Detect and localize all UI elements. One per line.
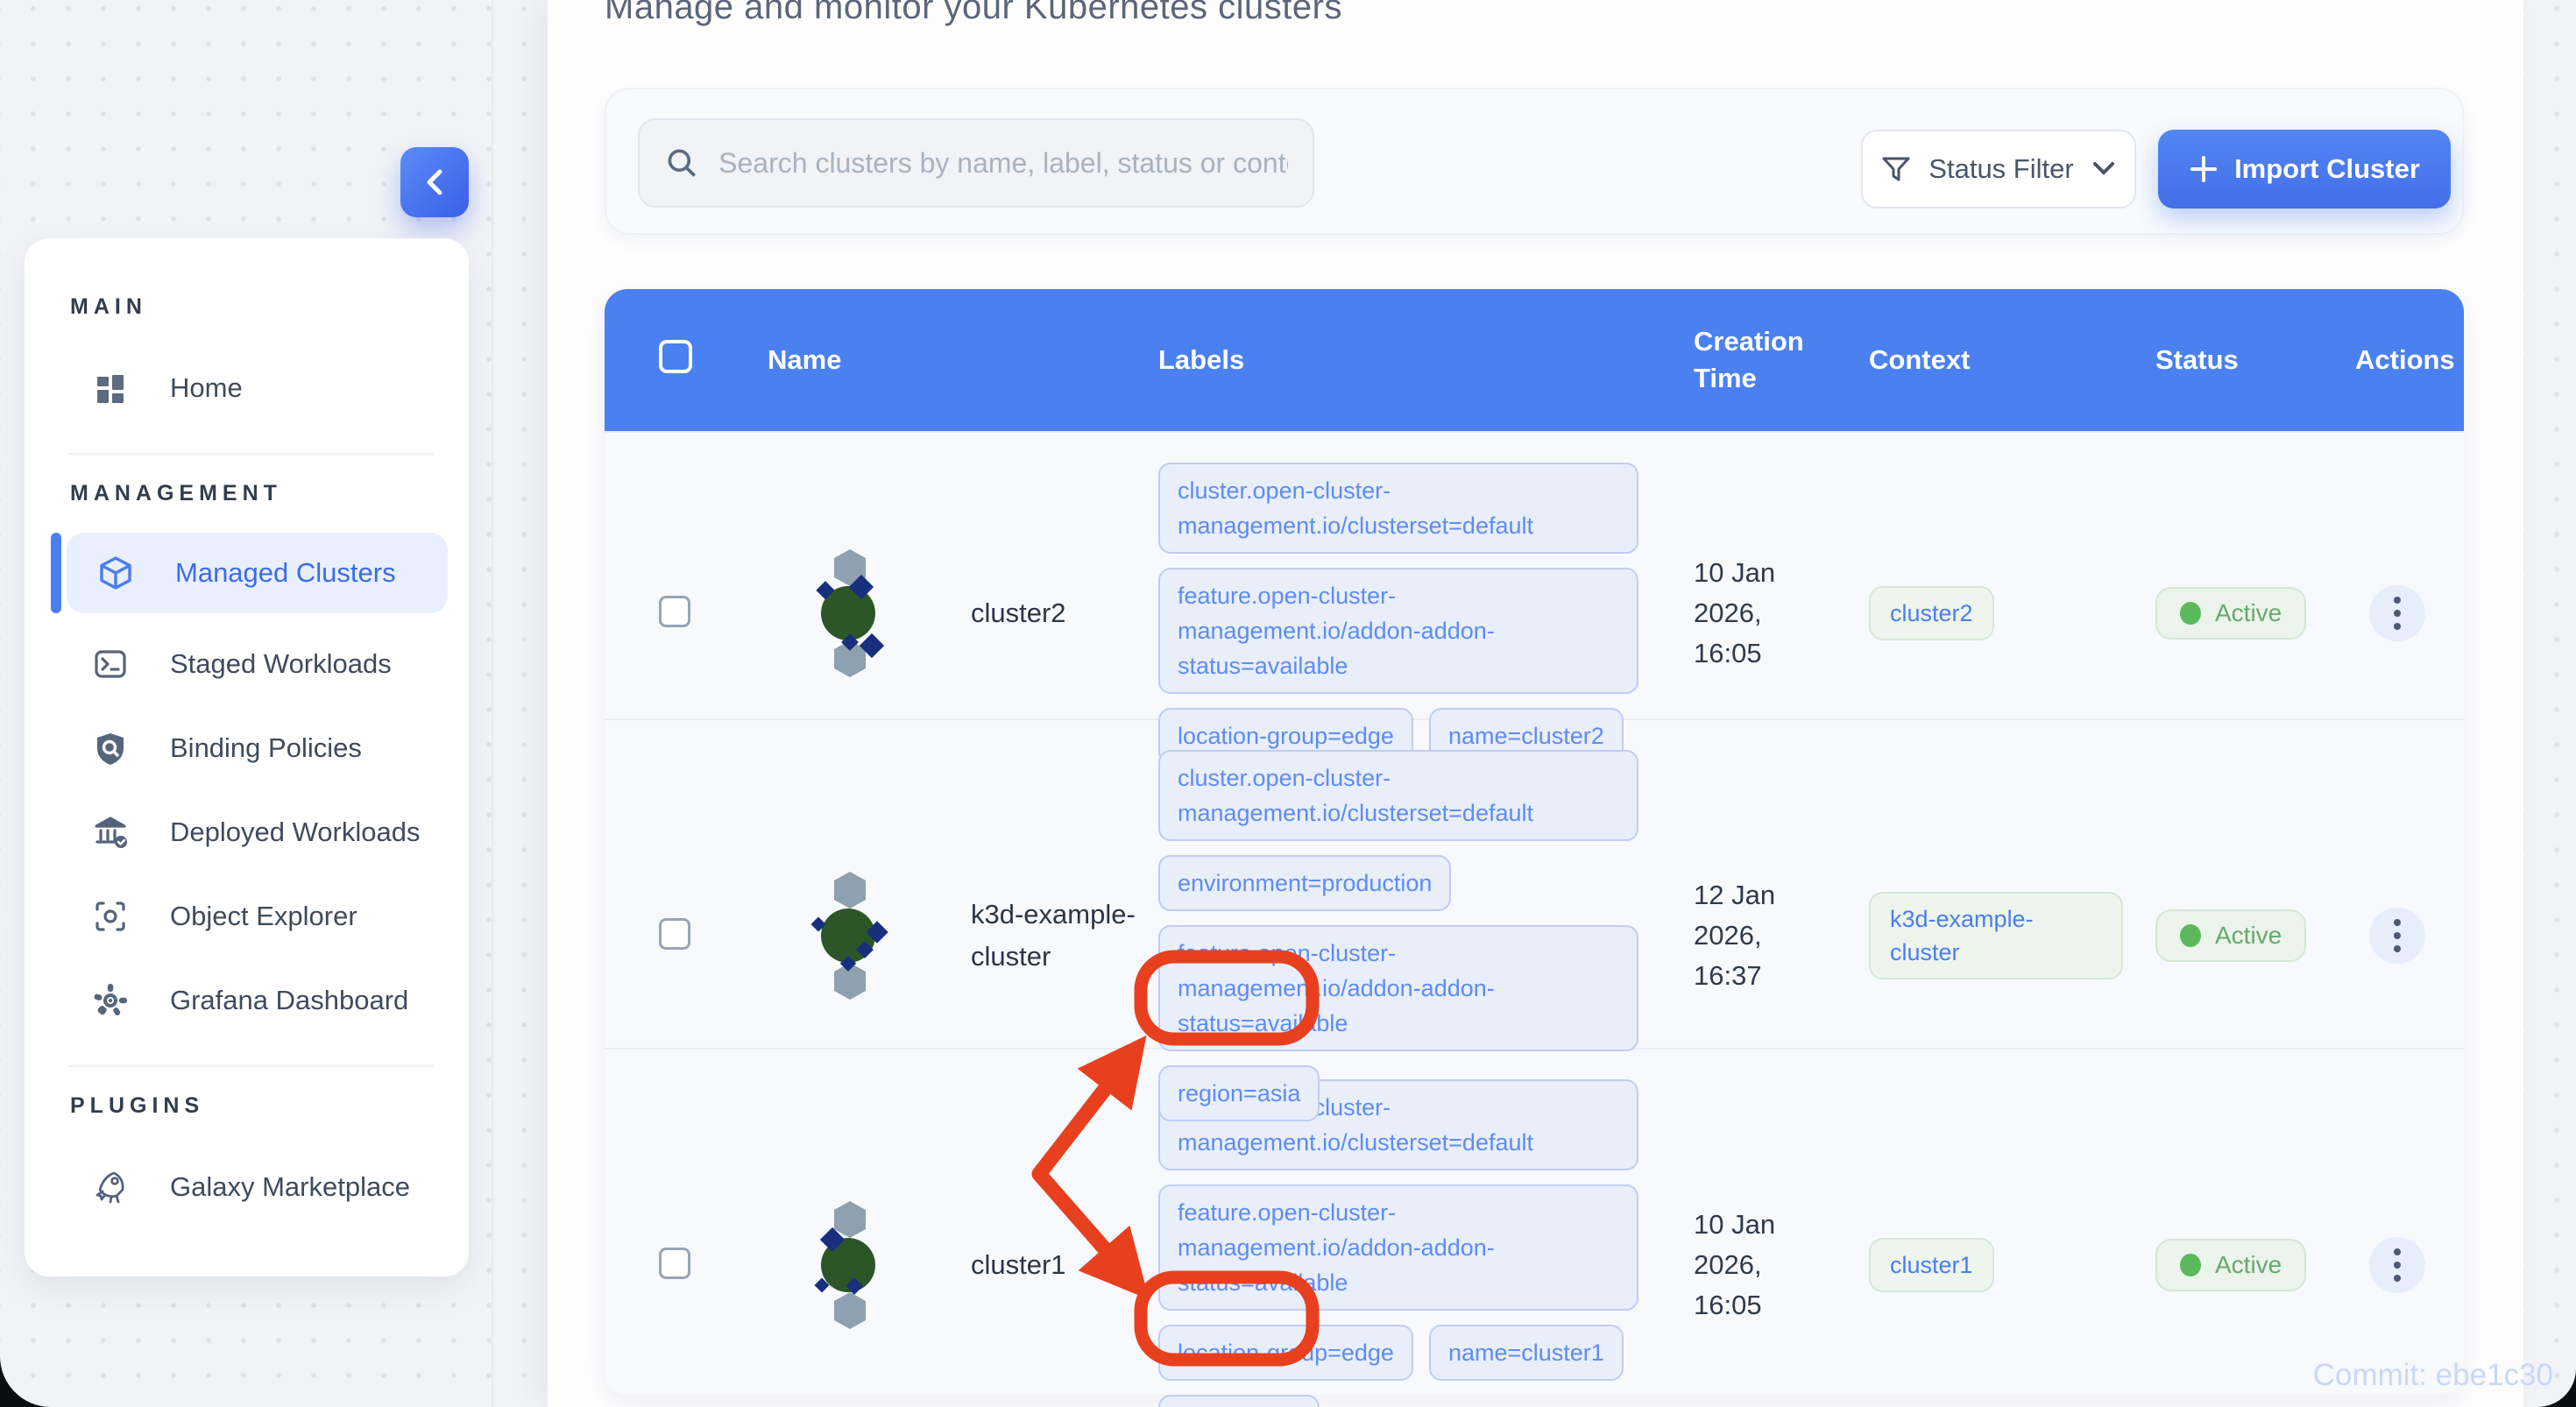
- label-badge: feature.open-cluster-management.io/addon…: [1158, 925, 1638, 1051]
- status-filter-label: Status Filter: [1928, 153, 2073, 185]
- row-checkbox[interactable]: [659, 918, 690, 950]
- page-subtitle: Manage and monitor your Kubernetes clust…: [605, 0, 1342, 27]
- status-badge: Active: [2155, 587, 2306, 640]
- label-badge-highlighted: region=asia: [1158, 1395, 1320, 1407]
- status-filter-button[interactable]: Status Filter: [1861, 130, 2136, 209]
- main-content: Manage and monitor your Kubernetes clust…: [548, 0, 2523, 1407]
- context-badge: cluster1: [1869, 1238, 1994, 1292]
- sidebar-item-binding-policies[interactable]: Binding Policies: [67, 706, 469, 790]
- row-actions-menu-button[interactable]: [2369, 585, 2425, 641]
- status-dot-icon: [2180, 602, 2201, 625]
- cluster-logo-icon: [806, 1199, 894, 1331]
- label-badge-highlighted: region=asia: [1158, 1065, 1320, 1121]
- table-header-row: Name Labels Creation Time Context Status…: [605, 289, 2464, 431]
- clusters-table: Name Labels Creation Time Context Status…: [605, 289, 2464, 1395]
- row-actions-menu-button[interactable]: [2369, 1237, 2425, 1293]
- column-header-context: Context: [1869, 344, 2155, 376]
- sidebar-item-label: Deployed Workloads: [170, 817, 420, 848]
- search-icon: [664, 144, 699, 182]
- label-badge: feature.open-cluster-management.io/addon…: [1158, 568, 1638, 694]
- sidebar-section-main: MAIN: [70, 294, 469, 320]
- cluster-name: cluster2: [971, 592, 1066, 634]
- table-row[interactable]: cluster2 cluster.open-cluster-management…: [605, 431, 2464, 718]
- sidebar-item-object-explorer[interactable]: Object Explorer: [67, 874, 469, 958]
- sidebar-item-managed-clusters[interactable]: Managed Clusters: [67, 533, 448, 613]
- rocket-icon: [91, 1169, 130, 1205]
- context-badge: k3d-example-cluster: [1869, 892, 2123, 979]
- sidebar-item-label: Object Explorer: [170, 901, 357, 932]
- sidebar-item-galaxy-marketplace[interactable]: Galaxy Marketplace: [67, 1145, 469, 1229]
- search-input[interactable]: [718, 147, 1288, 180]
- cluster-name: cluster1: [971, 1244, 1066, 1286]
- filter-funnel-icon: [1881, 154, 1911, 184]
- column-header-name: Name: [745, 344, 1158, 376]
- sidebar-section-plugins: PLUGINS: [70, 1093, 469, 1119]
- sidebar-section-management: MANAGEMENT: [70, 481, 469, 506]
- sidebar-collapse-button[interactable]: [400, 147, 469, 217]
- label-badge: cluster.open-cluster-management.io/clust…: [1158, 750, 1638, 841]
- status-dot-icon: [2180, 1254, 2201, 1276]
- sidebar-item-label: Managed Clusters: [175, 557, 396, 589]
- column-header-labels: Labels: [1158, 344, 1694, 376]
- table-row[interactable]: cluster1 cluster.open-cluster-management…: [605, 1048, 2464, 1395]
- table-row[interactable]: k3d-example-cluster cluster.open-cluster…: [605, 718, 2464, 1048]
- row-checkbox[interactable]: [659, 596, 690, 627]
- column-header-creation-time: Creation Time: [1694, 323, 1825, 397]
- sidebar-divider: [67, 453, 434, 455]
- active-item-indicator: [51, 533, 61, 613]
- grafana-icon: [91, 982, 130, 1019]
- label-badge: name=cluster1: [1429, 1325, 1624, 1381]
- chevron-down-icon: [2091, 160, 2116, 178]
- status-dot-icon: [2180, 924, 2201, 947]
- sidebar-divider: [67, 1065, 434, 1067]
- sidebar: MAIN Home MANAGEMENT: [25, 238, 469, 1276]
- column-header-status: Status: [2155, 344, 2320, 376]
- search-box[interactable]: [638, 118, 1314, 208]
- sidebar-item-label: Home: [170, 372, 243, 404]
- column-header-actions: Actions: [2320, 344, 2473, 376]
- row-actions-menu-button[interactable]: [2369, 908, 2425, 964]
- toolbar: Status Filter Import Cluster: [605, 88, 2464, 235]
- terminal-icon: [91, 646, 130, 682]
- page-background: Manage and monitor your Kubernetes clust…: [0, 0, 2576, 1407]
- sidebar-item-label: Binding Policies: [170, 732, 362, 764]
- cluster-logo-icon: [806, 548, 894, 679]
- bank-check-icon: [91, 813, 130, 852]
- import-cluster-label: Import Cluster: [2234, 153, 2420, 185]
- sidebar-item-label: Staged Workloads: [170, 648, 392, 680]
- row-checkbox[interactable]: [659, 1248, 690, 1279]
- label-badge: feature.open-cluster-management.io/addon…: [1158, 1184, 1638, 1311]
- status-badge: Active: [2155, 1239, 2306, 1291]
- app-window: Manage and monitor your Kubernetes clust…: [0, 0, 2576, 1407]
- cube-icon: [96, 554, 135, 592]
- label-badge: environment=production: [1158, 855, 1451, 911]
- import-cluster-button[interactable]: Import Cluster: [2158, 130, 2451, 209]
- sidebar-item-home[interactable]: Home: [67, 346, 469, 430]
- creation-time: 10 Jan 2026, 16:05: [1694, 1205, 1825, 1326]
- sidebar-item-staged-workloads[interactable]: Staged Workloads: [67, 622, 469, 706]
- context-badge: cluster2: [1869, 586, 1994, 640]
- creation-time: 10 Jan 2026, 16:05: [1694, 553, 1825, 674]
- status-badge: Active: [2155, 909, 2306, 962]
- cluster-logo-icon: [806, 870, 894, 1001]
- commit-label: Commit: ebe1c30: [2313, 1358, 2553, 1393]
- object-scan-icon: [91, 898, 130, 935]
- home-dashboard-icon: [91, 370, 130, 407]
- cluster-name: k3d-example-cluster: [971, 894, 1142, 978]
- plus-icon: [2189, 154, 2219, 184]
- sidebar-item-label: Grafana Dashboard: [170, 985, 408, 1016]
- label-badge: cluster.open-cluster-management.io/clust…: [1158, 463, 1638, 554]
- sidebar-item-label: Galaxy Marketplace: [170, 1171, 410, 1203]
- label-badge: location-group=edge: [1158, 1325, 1413, 1381]
- chevron-left-icon: [423, 167, 446, 197]
- shield-search-icon: [91, 730, 130, 767]
- select-all-checkbox[interactable]: [659, 340, 692, 373]
- sidebar-item-grafana-dashboard[interactable]: Grafana Dashboard: [67, 958, 469, 1043]
- creation-time: 12 Jan 2026, 16:37: [1694, 875, 1825, 996]
- sidebar-item-deployed-workloads[interactable]: Deployed Workloads: [67, 790, 469, 874]
